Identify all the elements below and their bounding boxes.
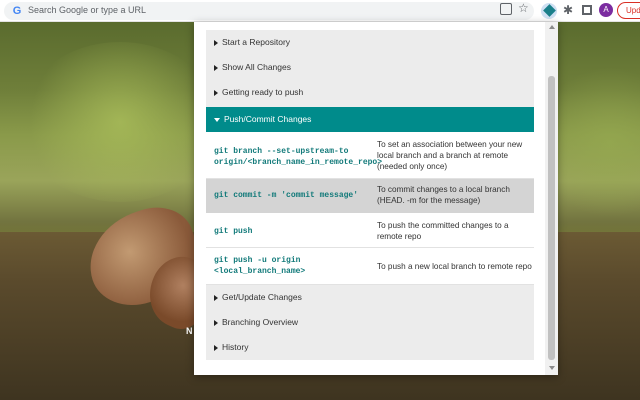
section-label: Show All Changes (222, 62, 291, 72)
omnibox-placeholder[interactable]: Search Google or type a URL (28, 5, 146, 15)
caret-right-icon (214, 64, 218, 71)
caret-right-icon (214, 344, 218, 351)
section-history[interactable]: History (206, 335, 534, 360)
section-label: Branching Overview (222, 317, 299, 327)
command-description: To set an association between your new l… (377, 140, 523, 171)
caret-right-icon (214, 89, 218, 96)
caret-right-icon (214, 294, 218, 301)
command-text: git branch --set-upstream-to origin/<bra… (214, 147, 383, 167)
section-label: Start a Repository (222, 37, 291, 47)
update-button[interactable]: Update (617, 2, 640, 19)
command-text: git commit -m 'commit message' (214, 191, 359, 200)
browser-toolbar: G Search Google or type a URL ☆ ✱ A Upda… (0, 0, 640, 22)
accordion-panel: Start a Repository Show All Changes Gett… (206, 30, 534, 360)
section-label: Getting ready to push (222, 87, 304, 97)
google-icon: G (12, 5, 22, 17)
command-text: git push (214, 227, 253, 236)
command-row: git commit -m 'commit message' To commit… (206, 179, 534, 213)
share-icon[interactable] (500, 3, 512, 15)
section-push-commit-changes[interactable]: Push/Commit Changes (206, 107, 534, 132)
section-getting-ready-to-push[interactable]: Getting ready to push (206, 80, 534, 105)
extensions-puzzle-icon[interactable]: ✱ (563, 2, 573, 18)
section-label: History (222, 342, 249, 352)
caret-right-icon (214, 319, 218, 326)
bookmark-star-icon[interactable]: ☆ (518, 1, 529, 15)
caret-down-icon (214, 117, 220, 122)
omnibox[interactable]: G Search Google or type a URL (4, 2, 534, 20)
command-description: To push the committed changes to a remot… (377, 221, 509, 241)
command-description: To push a new local branch to remote rep… (377, 262, 532, 271)
scroll-up-arrow-icon[interactable] (549, 25, 555, 29)
section-branching-overview[interactable]: Branching Overview (206, 310, 534, 335)
section-label: Get/Update Changes (222, 292, 302, 302)
section-get-update-changes[interactable]: Get/Update Changes (206, 285, 534, 310)
section-start-a-repository[interactable]: Start a Repository (206, 30, 534, 55)
caret-right-icon (214, 39, 218, 46)
background-partial-text: N (186, 326, 193, 336)
side-panel-icon[interactable] (582, 5, 592, 15)
extension-popup: Start a Repository Show All Changes Gett… (194, 22, 558, 375)
command-row: git branch --set-upstream-to origin/<bra… (206, 132, 534, 179)
section-label: Push/Commit Changes (224, 114, 312, 124)
profile-avatar[interactable]: A (599, 3, 613, 17)
background-bokeh (20, 42, 220, 202)
scroll-down-arrow-icon[interactable] (549, 366, 555, 370)
command-row: git push -u origin <local_branch_name> T… (206, 248, 534, 285)
section-show-all-changes[interactable]: Show All Changes (206, 55, 534, 80)
command-description: To commit changes to a local branch (HEA… (377, 185, 510, 205)
scrollbar-thumb[interactable] (548, 76, 555, 360)
command-row: git push To push the committed changes t… (206, 213, 534, 248)
command-text: git push -u origin <local_branch_name> (214, 256, 306, 276)
